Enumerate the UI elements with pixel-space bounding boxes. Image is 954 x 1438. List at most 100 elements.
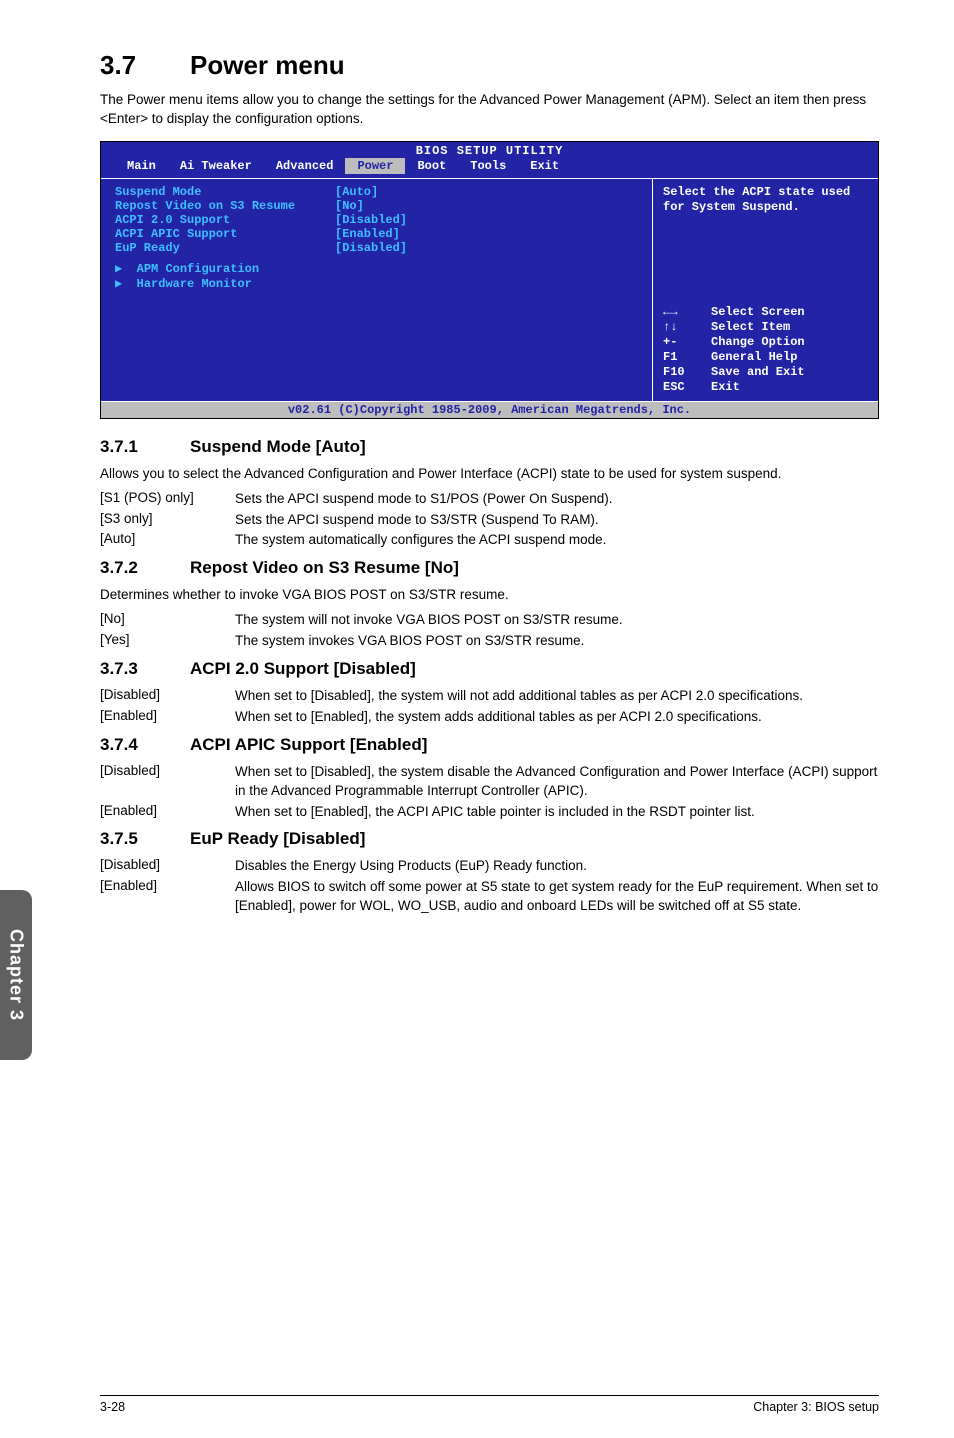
definition-row: [Auto]The system automatically configure… xyxy=(100,531,879,550)
chapter-side-tab: Chapter 3 xyxy=(0,890,32,1060)
definition-value: The system invokes VGA BIOS POST on S3/S… xyxy=(235,632,879,651)
bios-header: BIOS SETUP UTILITY xyxy=(101,142,878,158)
definition-value: When set to [Enabled], the system adds a… xyxy=(235,708,879,727)
subsection-heading: 3.7.3ACPI 2.0 Support [Disabled] xyxy=(100,659,879,679)
bios-setting-row: ACPI 2.0 Support[Disabled] xyxy=(115,213,638,227)
subsection-number: 3.7.5 xyxy=(100,829,190,849)
definition-key: [Auto] xyxy=(100,531,235,550)
bios-key-action: Exit xyxy=(711,380,740,395)
definition-row: [Enabled]When set to [Enabled], the ACPI… xyxy=(100,803,879,822)
bios-header-title: BIOS SETUP UTILITY xyxy=(416,144,564,158)
bios-key-action: General Help xyxy=(711,350,797,365)
bios-setting-value: [Auto] xyxy=(335,185,378,199)
definition-key: [Disabled] xyxy=(100,687,235,706)
subsection-desc: Allows you to select the Advanced Config… xyxy=(100,465,879,484)
bios-help-text: Select the ACPI state used for System Su… xyxy=(663,185,868,305)
definition-value: The system automatically configures the … xyxy=(235,531,879,550)
bios-tab: Exit xyxy=(518,158,571,174)
bios-key-action: Save and Exit xyxy=(711,365,805,380)
definition-row: [Yes]The system invokes VGA BIOS POST on… xyxy=(100,632,879,651)
bios-key-row: ESCExit xyxy=(663,380,868,395)
page-footer: 3-28 Chapter 3: BIOS setup xyxy=(0,1395,954,1414)
definition-row: [Enabled]Allows BIOS to switch off some … xyxy=(100,878,879,916)
bios-tab-active: Power xyxy=(345,158,405,174)
bios-submenu-label: APM Configuration xyxy=(137,262,259,276)
footer-chapter-title: Chapter 3: BIOS setup xyxy=(753,1400,879,1414)
bios-setting-label: Suspend Mode xyxy=(115,185,335,199)
bios-key-row: +-Change Option xyxy=(663,335,868,350)
bios-panel: BIOS SETUP UTILITY Main Ai Tweaker Advan… xyxy=(100,141,879,419)
bios-setting-label: EuP Ready xyxy=(115,241,335,255)
bios-key-row: ↑↓Select Item xyxy=(663,320,868,335)
definition-list: [Disabled]When set to [Disabled], the sy… xyxy=(100,687,879,727)
bios-setting-row: ACPI APIC Support[Enabled] xyxy=(115,227,638,241)
definition-list: [S1 (POS) only]Sets the APCI suspend mod… xyxy=(100,490,879,551)
bios-keys: ←→Select Screen ↑↓Select Item +-Change O… xyxy=(663,305,868,395)
bios-setting-value: [No] xyxy=(335,199,364,213)
bios-key-action: Select Screen xyxy=(711,305,805,320)
definition-row: [Disabled]When set to [Disabled], the sy… xyxy=(100,687,879,706)
bios-tab: Main xyxy=(115,158,168,174)
subsection-heading: 3.7.2Repost Video on S3 Resume [No] xyxy=(100,558,879,578)
definition-row: [Disabled]Disables the Energy Using Prod… xyxy=(100,857,879,876)
definition-key: [Enabled] xyxy=(100,803,235,822)
section-heading: 3.7Power menu xyxy=(100,50,879,81)
definition-value: Disables the Energy Using Products (EuP)… xyxy=(235,857,879,876)
definition-value: When set to [Disabled], the system will … xyxy=(235,687,879,706)
definition-key: [Yes] xyxy=(100,632,235,651)
definition-list: [Disabled]When set to [Disabled], the sy… xyxy=(100,763,879,822)
bios-setting-value: [Enabled] xyxy=(335,227,400,241)
bios-key-row: F10Save and Exit xyxy=(663,365,868,380)
definition-value: Allows BIOS to switch off some power at … xyxy=(235,878,879,916)
definition-key: [Disabled] xyxy=(100,857,235,876)
definition-key: [Enabled] xyxy=(100,878,235,916)
bios-copyright: v02.61 (C)Copyright 1985-2009, American … xyxy=(101,401,878,418)
bios-submenu: ▶ Hardware Monitor xyxy=(115,276,638,291)
subsection-title: Repost Video on S3 Resume [No] xyxy=(190,558,459,577)
subsection-number: 3.7.2 xyxy=(100,558,190,578)
definition-row: [Disabled]When set to [Disabled], the sy… xyxy=(100,763,879,801)
bios-key-row: F1General Help xyxy=(663,350,868,365)
section-title-text: Power menu xyxy=(190,50,345,80)
subsection-title: Suspend Mode [Auto] xyxy=(190,437,366,456)
subsection-number: 3.7.4 xyxy=(100,735,190,755)
bios-key: F10 xyxy=(663,365,711,380)
subsection-title: EuP Ready [Disabled] xyxy=(190,829,365,848)
subsection-heading: 3.7.1Suspend Mode [Auto] xyxy=(100,437,879,457)
bios-setting-row: EuP Ready[Disabled] xyxy=(115,241,638,255)
definition-row: [S3 only]Sets the APCI suspend mode to S… xyxy=(100,511,879,530)
bios-key-action: Change Option xyxy=(711,335,805,350)
section-number: 3.7 xyxy=(100,50,190,81)
bios-left-pane: Suspend Mode[Auto] Repost Video on S3 Re… xyxy=(101,179,653,401)
intro-paragraph: The Power menu items allow you to change… xyxy=(100,91,879,129)
bios-setting-label: ACPI 2.0 Support xyxy=(115,213,335,227)
bios-setting-row: Repost Video on S3 Resume[No] xyxy=(115,199,638,213)
definition-value: Sets the APCI suspend mode to S3/STR (Su… xyxy=(235,511,879,530)
bios-tab: Ai Tweaker xyxy=(168,158,264,174)
bios-tab: Boot xyxy=(405,158,458,174)
definition-row: [S1 (POS) only]Sets the APCI suspend mod… xyxy=(100,490,879,509)
definition-value: The system will not invoke VGA BIOS POST… xyxy=(235,611,879,630)
chapter-side-tab-label: Chapter 3 xyxy=(6,929,27,1021)
footer-divider xyxy=(100,1395,879,1396)
bios-setting-label: Repost Video on S3 Resume xyxy=(115,199,335,213)
bios-body: Suspend Mode[Auto] Repost Video on S3 Re… xyxy=(101,178,878,401)
bios-key: +- xyxy=(663,335,711,350)
bios-key: ↑↓ xyxy=(663,320,711,335)
bios-setting-value: [Disabled] xyxy=(335,241,407,255)
bios-setting-value: [Disabled] xyxy=(335,213,407,227)
bios-right-pane: Select the ACPI state used for System Su… xyxy=(653,179,878,401)
subsection-desc: Determines whether to invoke VGA BIOS PO… xyxy=(100,586,879,605)
definition-value: When set to [Disabled], the system disab… xyxy=(235,763,879,801)
subsection-number: 3.7.1 xyxy=(100,437,190,457)
bios-key: ESC xyxy=(663,380,711,395)
definition-key: [S3 only] xyxy=(100,511,235,530)
definition-row: [Enabled]When set to [Enabled], the syst… xyxy=(100,708,879,727)
definition-key: [S1 (POS) only] xyxy=(100,490,235,509)
subsection-title: ACPI 2.0 Support [Disabled] xyxy=(190,659,416,678)
bios-tabs: Main Ai Tweaker Advanced Power Boot Tool… xyxy=(101,158,878,178)
bios-tab: Tools xyxy=(458,158,518,174)
bios-submenu-label: Hardware Monitor xyxy=(137,277,252,291)
definition-list: [No]The system will not invoke VGA BIOS … xyxy=(100,611,879,651)
bios-key-action: Select Item xyxy=(711,320,790,335)
